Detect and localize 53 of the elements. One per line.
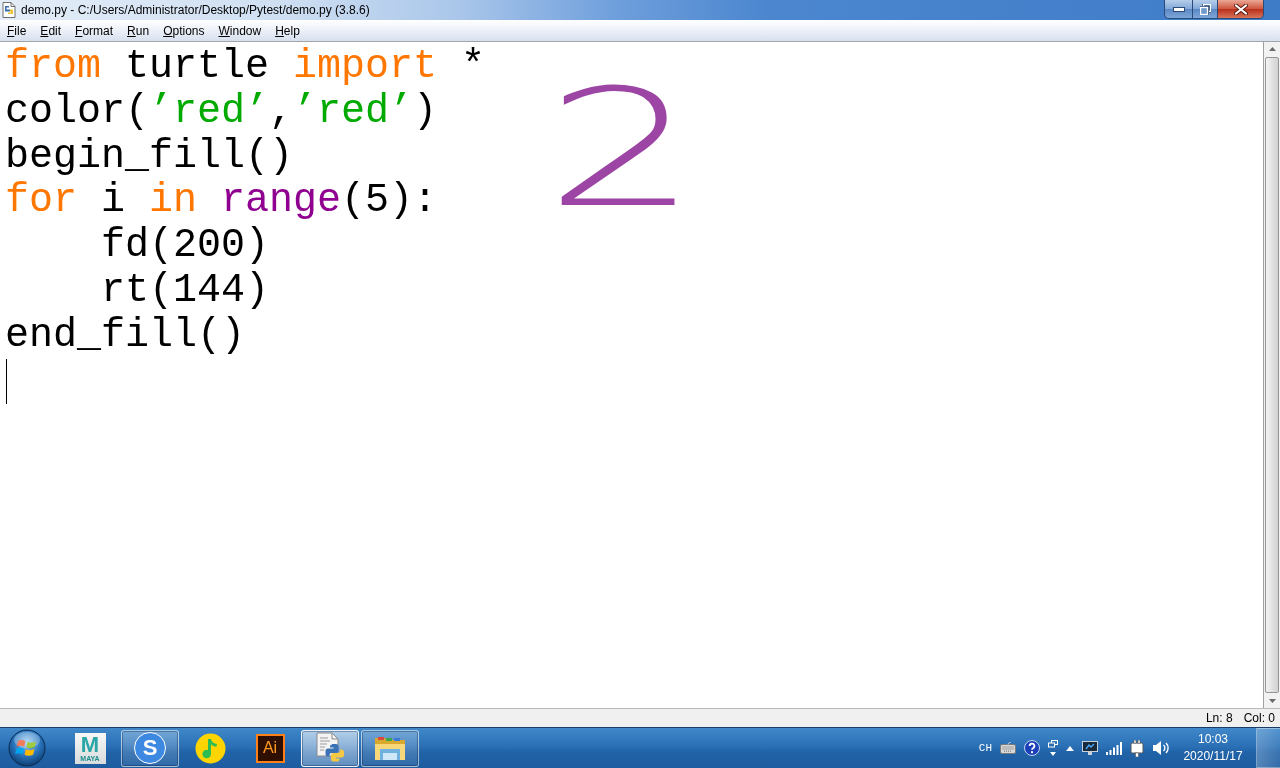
close-icon — [1233, 3, 1248, 15]
language-indicator[interactable]: CH — [978, 742, 992, 754]
window-title: demo.py - C:/Users/Administrator/Desktop/Pytest/demo.py (3.8.6) — [21, 2, 370, 19]
keyboard-icon[interactable] — [1000, 742, 1016, 754]
up-arrow-icon — [1268, 47, 1276, 51]
start-button[interactable] — [7, 728, 47, 768]
signal-bars-icon[interactable] — [1106, 741, 1122, 755]
menu-item[interactable]: Edit — [33, 21, 69, 40]
help-icon[interactable] — [1024, 740, 1040, 756]
taskbar-button[interactable]: S — [121, 729, 179, 767]
folder-icon — [374, 734, 406, 762]
code-line: color(’red’,’red’) — [5, 88, 438, 134]
speaker-icon[interactable] — [1152, 740, 1170, 756]
code-line: rt(144) — [101, 268, 270, 313]
code-line: from turtle import * — [5, 44, 486, 89]
menu-item[interactable]: Window — [211, 21, 269, 40]
music-note-icon — [194, 732, 226, 764]
minimize-button[interactable] — [1164, 0, 1192, 19]
power-plug-icon[interactable] — [1130, 739, 1144, 757]
app-logo-badge: S — [134, 732, 166, 764]
clock-date[interactable]: 2020/11/17 — [1183, 748, 1243, 765]
close-button[interactable] — [1217, 0, 1264, 19]
handwritten-number: 2 — [545, 84, 699, 214]
taskbar-button[interactable] — [301, 729, 359, 767]
scrollbar-thumb[interactable] — [1265, 57, 1279, 693]
monitor-icon[interactable] — [1082, 741, 1098, 755]
start-orb-icon — [8, 729, 46, 767]
script-file-icon — [314, 732, 346, 764]
code-line: end_fill() — [5, 312, 246, 358]
down-arrow-icon — [1268, 699, 1276, 703]
app-logo-tile: Ai — [255, 733, 285, 763]
taskbar-button[interactable]: Ai — [241, 729, 299, 767]
taskbar-button[interactable] — [361, 729, 419, 767]
up-triangle-icon[interactable] — [1066, 745, 1074, 751]
vertical-scrollbar[interactable] — [1264, 42, 1280, 708]
menu-item[interactable]: Run — [120, 21, 157, 40]
restore-button[interactable] — [1192, 0, 1217, 19]
python-file-icon — [1, 2, 17, 18]
show-desktop-button[interactable] — [1256, 728, 1280, 768]
code-line: for i in range(5): — [5, 178, 438, 224]
minimize-icon — [1172, 6, 1185, 12]
windows-arrow-icon[interactable] — [1048, 739, 1058, 757]
menu-item[interactable]: Options — [156, 21, 212, 40]
code-line: begin_fill() — [5, 133, 294, 179]
code-line: fd(200) — [101, 223, 270, 269]
menu-item[interactable]: Help — [268, 21, 307, 40]
line-number-status: Ln: 8 — [1205, 711, 1233, 725]
column-number-status: Col: 0 — [1243, 711, 1275, 725]
logo-letter: M — [80, 734, 100, 755]
restore-icon — [1199, 3, 1211, 15]
menu-item[interactable]: File — [0, 21, 34, 40]
clock-time[interactable]: 10:03 — [1198, 731, 1228, 748]
menu-item[interactable]: Format — [68, 21, 121, 40]
